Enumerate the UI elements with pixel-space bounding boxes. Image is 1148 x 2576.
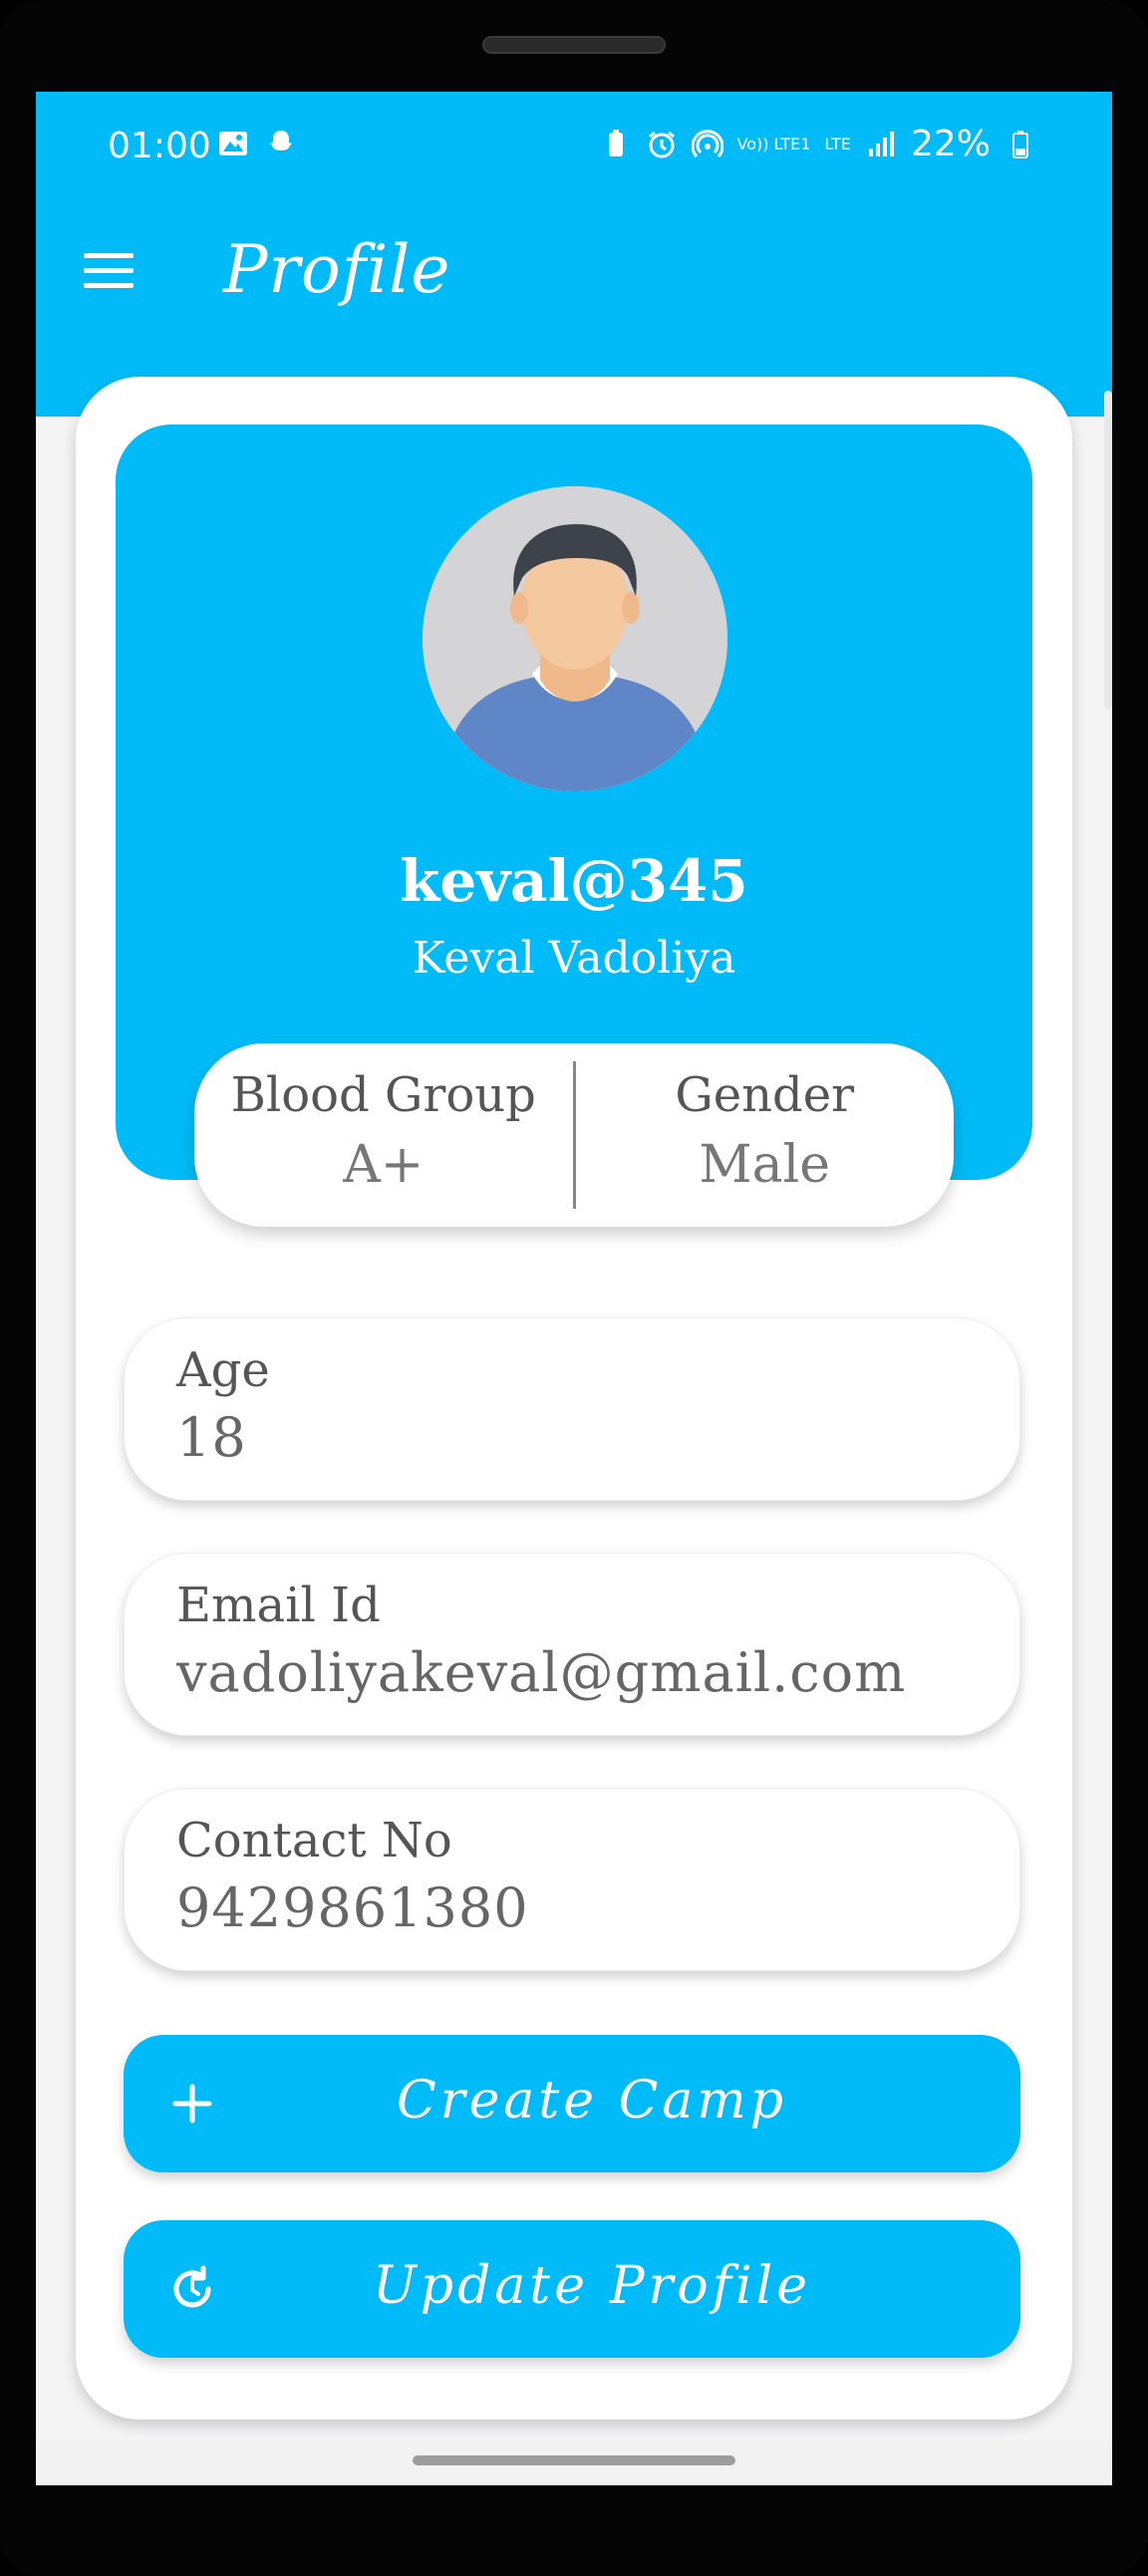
update-profile-button[interactable]: Update Profile — [124, 2220, 1020, 2358]
username: keval@345 — [400, 847, 748, 915]
network-label: LTE — [824, 135, 851, 153]
status-time: 01:00 — [108, 126, 211, 166]
contact-field[interactable]: Contact No 9429861380 — [124, 1788, 1020, 1971]
battery-saver-icon — [608, 129, 623, 156]
age-value: 18 — [176, 1406, 247, 1469]
status-right-icons: Vo)) LTE1 LTE 22% — [600, 124, 1036, 164]
battery-charging-icon — [1012, 130, 1028, 158]
volte-label: Vo)) LTE1 — [736, 134, 811, 153]
create-camp-label: Create Camp — [396, 2071, 787, 2131]
scrollbar[interactable] — [1104, 391, 1112, 710]
snapchat-icon — [270, 131, 292, 150]
battery-percent: 22% — [910, 124, 991, 164]
hotspot-icon — [691, 129, 723, 157]
contact-value: 9429861380 — [176, 1876, 529, 1939]
profile-card: keval@345 Keval Vadoliya Blood Group A+ … — [76, 377, 1072, 2420]
alarm-icon — [648, 131, 675, 157]
page-title: Profile — [223, 231, 451, 308]
create-camp-button[interactable]: Create Camp — [124, 2035, 1020, 2172]
hamburger-menu-icon[interactable] — [84, 253, 138, 297]
status-left-icons — [217, 128, 297, 159]
email-label: Email Id — [176, 1577, 381, 1633]
home-gesture-handle[interactable] — [413, 2455, 735, 2465]
gender-value: Male — [699, 1135, 831, 1195]
phone-speaker — [482, 36, 666, 54]
age-label: Age — [176, 1342, 270, 1398]
blood-group-stat: Blood Group A+ — [194, 1043, 573, 1227]
stats-panel: Blood Group A+ Gender Male — [194, 1043, 954, 1227]
gender-label: Gender — [675, 1067, 855, 1123]
navigation-bar — [36, 2441, 1112, 2485]
gender-stat: Gender Male — [576, 1043, 955, 1227]
update-profile-label: Update Profile — [372, 2256, 812, 2316]
user-avatar-icon — [423, 486, 727, 791]
signal-icon — [868, 131, 894, 156]
gallery-icon — [219, 132, 247, 155]
full-name: Keval Vadoliya — [412, 933, 736, 984]
phone-frame: 01:00 Vo)) LTE1 LTE 22% Profile keval@34… — [0, 0, 1148, 2576]
screen: 01:00 Vo)) LTE1 LTE 22% Profile keval@34… — [36, 92, 1112, 2485]
blood-group-value: A+ — [343, 1135, 425, 1195]
blood-group-label: Blood Group — [230, 1067, 536, 1123]
email-value: vadoliyakeval@gmail.com — [176, 1641, 907, 1704]
contact-label: Contact No — [176, 1813, 452, 1868]
age-field[interactable]: Age 18 — [124, 1317, 1020, 1501]
status-bar: 01:00 Vo)) LTE1 LTE 22% — [36, 92, 1112, 203]
email-field[interactable]: Email Id vadoliyakeval@gmail.com — [124, 1553, 1020, 1736]
